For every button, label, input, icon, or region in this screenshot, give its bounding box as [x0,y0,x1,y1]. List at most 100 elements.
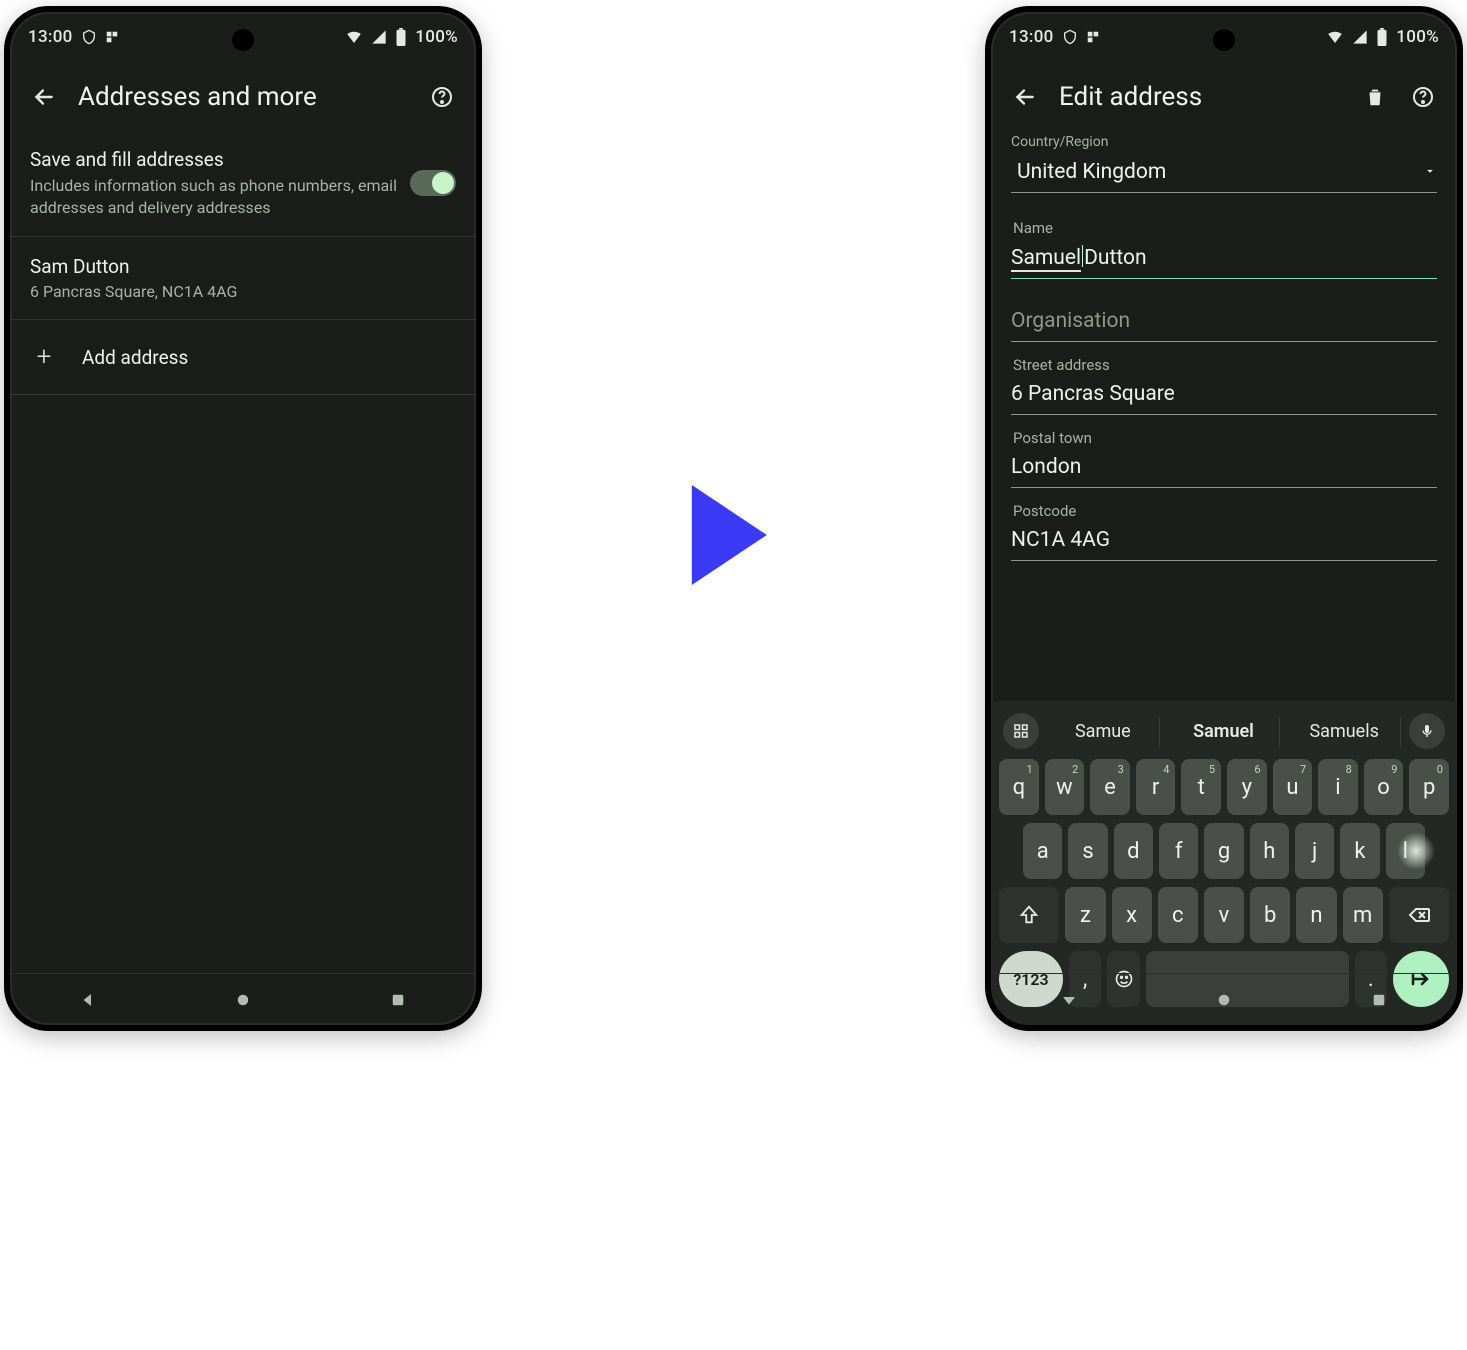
key-d[interactable]: d [1114,823,1153,879]
key-l[interactable]: l [1386,823,1425,879]
camera-notch [1213,29,1235,51]
toggle-subtitle: Includes information such as phone numbe… [30,175,398,218]
battery-icon [1376,28,1388,46]
key-c[interactable]: c [1158,887,1198,943]
shield-icon [1062,29,1078,45]
wifi-icon [1326,28,1344,46]
key-n[interactable]: n [1296,887,1336,943]
key-u[interactable]: u7 [1273,759,1313,815]
name-field[interactable]: Name SamuelDutton [1011,219,1437,279]
keyboard-row-1: q1w2e3r4t5y6u7i8o9p0 [999,759,1449,815]
nav-back-icon[interactable] [68,980,108,1020]
keyboard-row-2: asdfghjkl [999,823,1449,879]
suggestion-2[interactable]: Samuel [1168,717,1281,746]
status-time: 13:00 [28,27,73,47]
apps-icon [105,30,119,44]
key-p[interactable]: p0 [1409,759,1449,815]
key-q[interactable]: q1 [999,759,1039,815]
wifi-icon [345,28,363,46]
nav-home-icon[interactable] [1204,980,1244,1020]
key-r[interactable]: r4 [1136,759,1176,815]
country-label: Country/Region [1011,134,1437,150]
key-f[interactable]: f [1159,823,1198,879]
key-v[interactable]: v [1204,887,1244,943]
signal-icon [1352,29,1368,45]
toggle-switch[interactable] [410,170,456,196]
organisation-field[interactable]: Organisation [1011,309,1437,342]
suggestion-bar: Samue Samuel Samuels [999,709,1449,759]
street-value: 6 Pancras Square [1011,382,1437,406]
nav-recent-icon[interactable] [1359,980,1399,1020]
android-navbar [991,973,1457,1025]
town-label: Postal town [1013,429,1437,447]
address-item[interactable]: Sam Dutton 6 Pancras Square, NC1A 4AG [10,237,476,320]
toggle-title: Save and fill addresses [30,148,398,171]
name-part2: Dutton [1084,246,1146,270]
shift-key[interactable] [999,887,1059,943]
key-m[interactable]: m [1343,887,1383,943]
address-name: Sam Dutton [30,255,456,278]
status-battery: 100% [415,27,458,47]
key-b[interactable]: b [1250,887,1290,943]
camera-notch [232,29,254,51]
mic-icon[interactable] [1409,713,1445,749]
key-x[interactable]: x [1112,887,1152,943]
status-time: 13:00 [1009,27,1054,47]
address-line: 6 Pancras Square, NC1A 4AG [30,282,456,301]
signal-icon [371,29,387,45]
country-value: United Kingdom [1017,160,1423,184]
key-t[interactable]: t5 [1181,759,1221,815]
town-field[interactable]: Postal town London [1011,429,1437,488]
help-icon[interactable] [428,83,456,111]
plus-icon: + [34,342,54,372]
postcode-label: Postcode [1013,502,1437,520]
key-g[interactable]: g [1204,823,1243,879]
transition-arrow-icon [681,480,771,594]
postcode-field[interactable]: Postcode NC1A 4AG [1011,502,1437,561]
backspace-key[interactable] [1389,887,1449,943]
key-e[interactable]: e3 [1090,759,1130,815]
delete-icon[interactable] [1361,83,1389,111]
battery-icon [395,28,407,46]
page-title: Edit address [1059,82,1341,112]
add-address-button[interactable]: + Add address [10,320,476,395]
key-h[interactable]: h [1250,823,1289,879]
name-part1: Samuel [1011,246,1081,270]
edit-address-form: Country/Region United Kingdom Name Samue… [991,134,1457,701]
back-icon[interactable] [1011,83,1039,111]
apps-icon [1086,30,1100,44]
key-s[interactable]: s [1068,823,1107,879]
key-j[interactable]: j [1295,823,1334,879]
phone-address-list: 13:00 100% [4,6,482,1031]
clipboard-icon[interactable] [1003,713,1039,749]
nav-hide-keyboard-icon[interactable] [1049,980,1089,1020]
suggestion-3[interactable]: Samuels [1288,717,1401,746]
chevron-down-icon [1423,163,1437,182]
back-icon[interactable] [30,83,58,111]
key-k[interactable]: k [1340,823,1379,879]
app-bar: Edit address [991,62,1457,134]
name-value: SamuelDutton [1011,245,1437,270]
help-icon[interactable] [1409,83,1437,111]
key-y[interactable]: y6 [1227,759,1267,815]
key-o[interactable]: o9 [1364,759,1404,815]
country-select[interactable]: United Kingdom [1011,160,1437,193]
save-fill-toggle-row[interactable]: Save and fill addresses Includes informa… [10,134,476,237]
nav-home-icon[interactable] [223,980,263,1020]
status-battery: 100% [1396,27,1439,47]
organisation-placeholder: Organisation [1011,309,1437,333]
suggestion-1[interactable]: Samue [1047,717,1160,746]
add-address-label: Add address [82,346,188,369]
name-label: Name [1013,219,1437,237]
street-label: Street address [1013,356,1437,374]
text-cursor [1082,245,1083,267]
key-i[interactable]: i8 [1318,759,1358,815]
nav-recent-icon[interactable] [378,980,418,1020]
key-w[interactable]: w2 [1045,759,1085,815]
key-a[interactable]: a [1023,823,1062,879]
street-field[interactable]: Street address 6 Pancras Square [1011,356,1437,415]
phone-edit-address: 13:00 100% Edit address Country/Region U… [985,6,1463,1031]
app-bar: Addresses and more [10,62,476,134]
key-z[interactable]: z [1065,887,1105,943]
town-value: London [1011,455,1437,479]
